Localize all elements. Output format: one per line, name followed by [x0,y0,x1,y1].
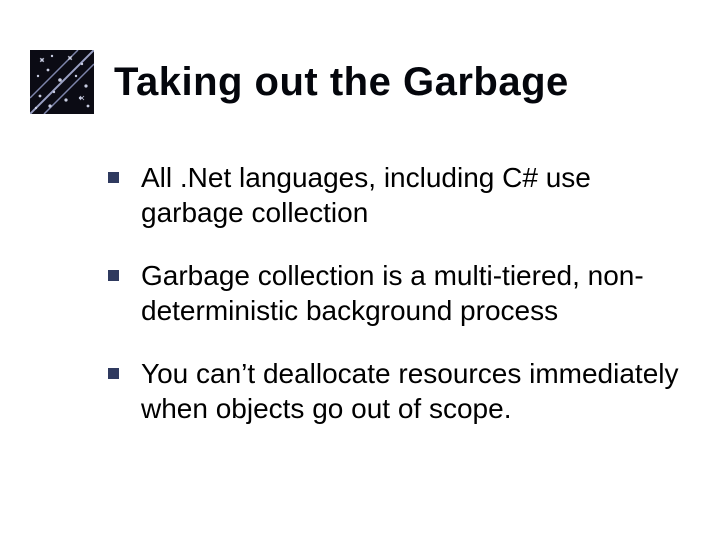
slide-body: All .Net languages, including C# use gar… [108,160,680,454]
bullet-text: You can’t deallocate resources immediate… [141,356,680,426]
list-item: All .Net languages, including C# use gar… [108,160,680,230]
bullet-icon [108,172,119,183]
logo-graphic [30,50,94,114]
bullet-text: All .Net languages, including C# use gar… [141,160,680,230]
list-item: Garbage collection is a multi-tiered, no… [108,258,680,328]
slide: Taking out the Garbage All .Net language… [0,0,720,540]
bullet-icon [108,270,119,281]
bullet-icon [108,368,119,379]
slide-title: Taking out the Garbage [114,60,569,105]
list-item: You can’t deallocate resources immediate… [108,356,680,426]
bullet-text: Garbage collection is a multi-tiered, no… [141,258,680,328]
